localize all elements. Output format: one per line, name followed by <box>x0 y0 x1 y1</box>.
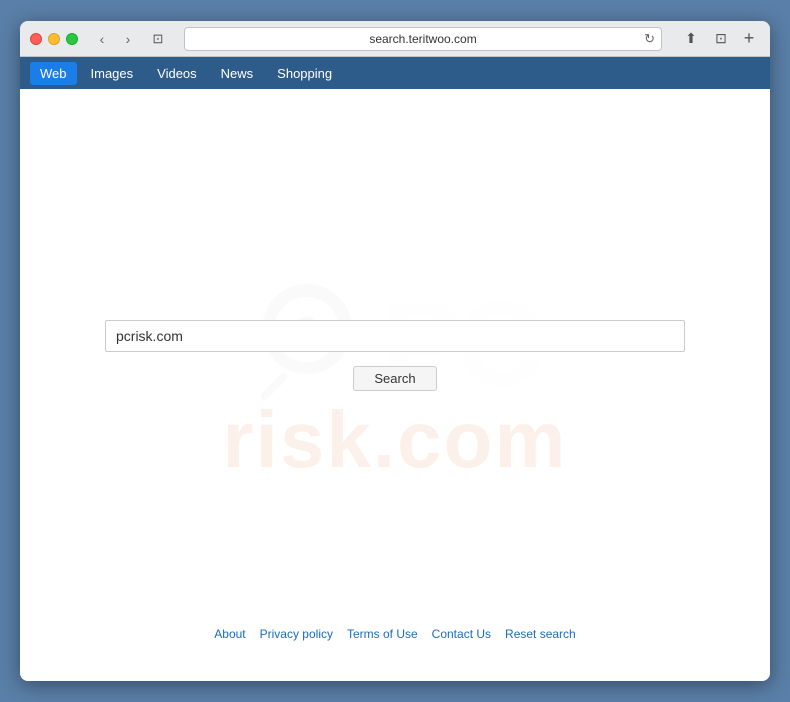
titlebar: ‹ › ⊡ search.teritwoo.com ↻ ⬆ ⊡ + <box>20 21 770 57</box>
tab-web[interactable]: Web <box>30 62 77 85</box>
footer-link-about[interactable]: About <box>214 627 245 641</box>
footer-link-terms[interactable]: Terms of Use <box>347 627 418 641</box>
titlebar-right: ⬆ ⊡ + <box>678 27 760 51</box>
maximize-button[interactable] <box>66 33 78 45</box>
browser-window: ‹ › ⊡ search.teritwoo.com ↻ ⬆ ⊡ + Web Im… <box>20 21 770 681</box>
share-button[interactable]: ⬆ <box>678 27 704 51</box>
footer-link-reset[interactable]: Reset search <box>505 627 576 641</box>
footer-link-privacy[interactable]: Privacy policy <box>260 627 333 641</box>
address-bar-container: search.teritwoo.com ↻ <box>184 27 662 51</box>
watermark-bottom-text: risk.com <box>222 394 567 486</box>
nav-tabs: Web Images Videos News Shopping <box>20 57 770 89</box>
search-input[interactable] <box>105 320 685 352</box>
tab-videos[interactable]: Videos <box>147 62 207 85</box>
traffic-lights <box>30 33 78 45</box>
address-bar[interactable]: search.teritwoo.com ↻ <box>184 27 662 51</box>
refresh-button[interactable]: ↻ <box>644 31 655 47</box>
forward-button[interactable]: › <box>116 27 140 51</box>
minimize-button[interactable] <box>48 33 60 45</box>
new-tab-button[interactable]: + <box>738 28 760 50</box>
tab-view-button[interactable]: ⊡ <box>144 27 172 51</box>
nav-buttons: ‹ › ⊡ <box>90 27 172 51</box>
search-container: Search <box>105 320 685 391</box>
close-button[interactable] <box>30 33 42 45</box>
sidebar-button[interactable]: ⊡ <box>708 27 734 51</box>
tab-images[interactable]: Images <box>81 62 144 85</box>
back-button[interactable]: ‹ <box>90 27 114 51</box>
browser-content: PC risk.com Search About Privacy policy … <box>20 89 770 681</box>
footer-links: About Privacy policy Terms of Use Contac… <box>20 627 770 641</box>
url-text: search.teritwoo.com <box>369 32 476 46</box>
tab-shopping[interactable]: Shopping <box>267 62 342 85</box>
search-button[interactable]: Search <box>353 366 436 391</box>
tab-news[interactable]: News <box>211 62 264 85</box>
footer-link-contact[interactable]: Contact Us <box>432 627 491 641</box>
